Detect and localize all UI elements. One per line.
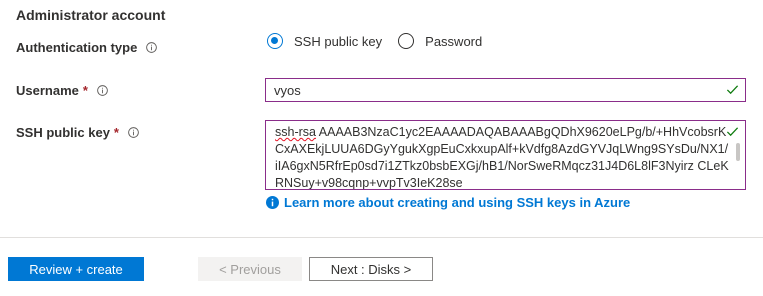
required-asterisk: * <box>113 125 119 140</box>
next-disks-button[interactable]: Next : Disks > <box>309 257 433 281</box>
auth-type-radio-group: SSH public key Password <box>267 33 498 49</box>
username-input[interactable]: vyos <box>265 78 746 102</box>
required-asterisk: * <box>82 83 88 98</box>
review-create-button[interactable]: Review + create <box>8 257 144 281</box>
radio-password[interactable] <box>398 33 415 49</box>
ssh-key-value: ssh-rsa AAAAB3NzaC1yc2EAAAADAQABAAABgQDh… <box>275 124 730 190</box>
ssh-key-body: AAAAB3NzaC1yc2EAAAADAQABAAABgQDhX9620eLP… <box>275 125 729 190</box>
info-icon[interactable] <box>128 127 139 138</box>
radio-password-label[interactable]: Password <box>425 34 482 49</box>
info-icon[interactable] <box>146 42 158 53</box>
username-label: Username <box>16 83 79 98</box>
radio-ssh-public-key[interactable] <box>267 33 283 49</box>
radio-ssh-public-key-label[interactable]: SSH public key <box>294 34 382 49</box>
previous-button[interactable]: < Previous <box>198 257 302 281</box>
auth-type-label-row: Authentication type <box>16 40 158 55</box>
learn-more-label[interactable]: Learn more about creating and using SSH … <box>284 195 630 210</box>
checkmark-icon <box>726 127 739 137</box>
section-title: Administrator account <box>16 7 166 23</box>
ssh-key-label: SSH public key <box>16 125 110 140</box>
learn-more-link[interactable]: Learn more about creating and using SSH … <box>266 195 630 210</box>
info-icon[interactable] <box>97 85 108 96</box>
checkmark-icon <box>726 85 739 95</box>
textarea-scrollbar[interactable] <box>736 143 740 161</box>
footer-divider <box>0 237 763 238</box>
username-value: vyos <box>274 83 301 98</box>
ssh-key-label-row: SSH public key * <box>16 125 139 140</box>
auth-type-label: Authentication type <box>16 40 138 55</box>
ssh-key-textarea[interactable]: ssh-rsa AAAAB3NzaC1yc2EAAAADAQABAAABgQDh… <box>265 120 746 190</box>
ssh-key-prefix: ssh-rsa <box>275 125 316 139</box>
username-label-row: Username * <box>16 83 108 98</box>
info-filled-icon <box>266 196 279 209</box>
